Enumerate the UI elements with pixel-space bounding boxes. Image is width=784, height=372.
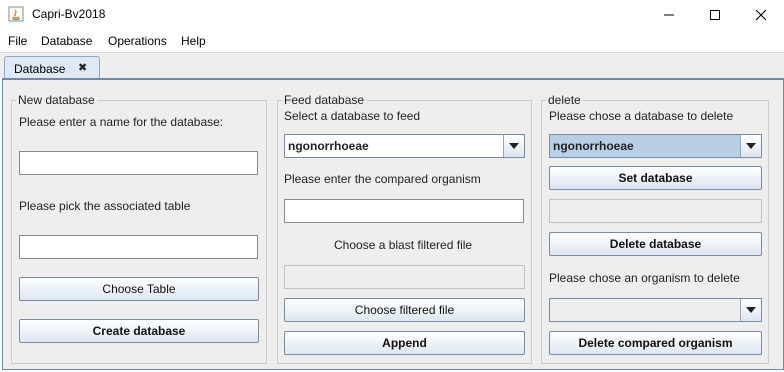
window-title: Capri-Bv2018 xyxy=(32,7,106,21)
menu-database[interactable]: Database xyxy=(41,34,92,48)
associated-table-label: Please pick the associated table xyxy=(19,199,191,213)
feed-database-title: Feed database xyxy=(282,93,367,107)
menu-bar: File Database Operations Help xyxy=(0,30,784,52)
select-database-label: Select a database to feed xyxy=(284,109,421,123)
choose-filtered-file-button[interactable]: Choose filtered file xyxy=(284,298,525,322)
feed-database-selected: ngonorrhoeae xyxy=(288,139,369,153)
delete-compared-organism-button[interactable]: Delete compared organism xyxy=(549,331,762,355)
delete-database-select[interactable]: ngonorrhoeae xyxy=(549,134,762,158)
delete-title: delete xyxy=(546,93,583,107)
tab-close-icon[interactable]: ✖ xyxy=(78,61,87,74)
menu-operations[interactable]: Operations xyxy=(108,34,167,48)
create-database-button[interactable]: Create database xyxy=(19,319,259,343)
tab-label: Database xyxy=(14,62,66,76)
delete-organism-label: Please chose an organism to delete xyxy=(549,271,740,285)
compared-organism-label: Please enter the compared organism xyxy=(284,172,481,186)
java-app-icon xyxy=(8,6,24,22)
tab-strip: Database ✖ xyxy=(0,52,784,80)
close-icon xyxy=(755,9,767,21)
menu-file[interactable]: File xyxy=(8,34,27,48)
delete-database-selected: ngonorrhoeae xyxy=(553,139,634,153)
close-window-button[interactable] xyxy=(738,0,784,30)
blast-file-label: Choose a blast filtered file xyxy=(334,238,473,252)
minimize-button[interactable] xyxy=(646,0,692,30)
maximize-button[interactable] xyxy=(692,0,738,30)
blast-file-field xyxy=(284,265,525,289)
delete-organism-select[interactable] xyxy=(549,298,762,322)
choose-table-button[interactable]: Choose Table xyxy=(19,277,259,301)
append-button[interactable]: Append xyxy=(284,331,525,355)
delete-database-button[interactable]: Delete database xyxy=(549,232,762,256)
maximize-icon xyxy=(710,10,720,20)
dropdown-arrow-icon[interactable] xyxy=(740,135,761,157)
title-bar: Capri-Bv2018 xyxy=(0,0,784,30)
set-database-field xyxy=(549,199,762,223)
associated-table-field[interactable] xyxy=(19,235,258,259)
tab-database[interactable]: Database ✖ xyxy=(4,56,100,80)
dropdown-arrow-icon[interactable] xyxy=(503,135,524,157)
dropdown-arrow-icon[interactable] xyxy=(740,299,761,321)
database-name-field[interactable] xyxy=(19,151,258,175)
new-database-title: New database xyxy=(16,93,97,107)
feed-database-select[interactable]: ngonorrhoeae xyxy=(284,134,525,158)
set-database-button[interactable]: Set database xyxy=(549,166,762,190)
delete-database-label: Please chose a database to delete xyxy=(549,109,734,123)
compared-organism-field[interactable] xyxy=(284,199,524,223)
minimize-icon xyxy=(664,14,674,16)
database-name-label: Please enter a name for the database: xyxy=(19,115,224,129)
menu-help[interactable]: Help xyxy=(181,34,206,48)
